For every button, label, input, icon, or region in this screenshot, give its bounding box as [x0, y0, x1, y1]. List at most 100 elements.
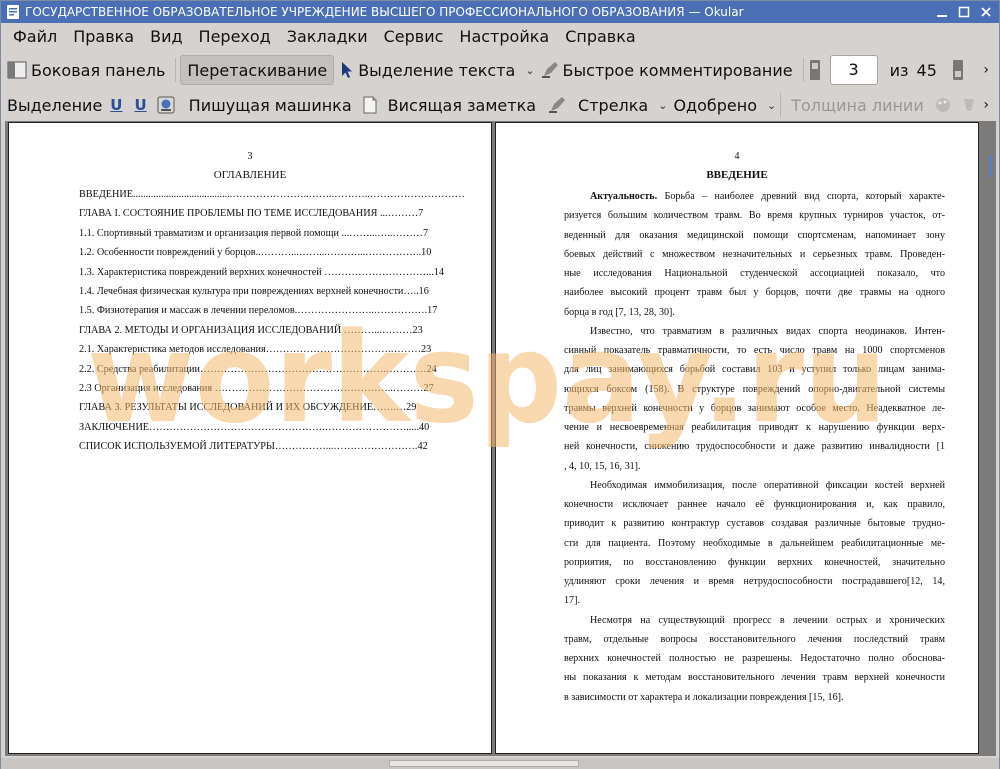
bottom-bar: [1, 758, 999, 769]
highlighter-icon[interactable]: [548, 96, 566, 114]
sidebar-button[interactable]: Боковая панель: [1, 55, 171, 85]
toolbar-separator: [175, 58, 177, 82]
chevron-down-icon[interactable]: ⌄: [525, 64, 534, 77]
document-page-4[interactable]: 4 ВВЕДЕНИЕ Актуальность. Борьба – наибол…: [495, 122, 979, 754]
underline-squiggle-icon[interactable]: U: [134, 96, 146, 114]
page-number-input[interactable]: 3: [829, 55, 878, 85]
line-width-button[interactable]: Толщина линии: [785, 90, 930, 120]
okular-window: ГОСУДАРСТВЕННОЕ ОБРАЗОВАТЕЛЬНОЕ УЧРЕЖДЕН…: [0, 0, 1000, 769]
toc-entry: 1.1. Спортивный травматизм и организация…: [79, 227, 429, 239]
text-line: , 4, 10, 15, 16, 31].: [564, 460, 641, 472]
drag-mode-button[interactable]: Перетаскивание: [180, 55, 335, 85]
text-line: веденный для оказания медицинской помощи…: [564, 229, 945, 241]
typewriter-label: Пишущая машинка: [188, 95, 352, 115]
menu-settings[interactable]: Настройка: [451, 23, 557, 51]
previous-page-icon[interactable]: [808, 59, 822, 81]
menu-file[interactable]: Файл: [5, 23, 65, 51]
toc-title: ОГЛАВЛЕНИЕ: [213, 169, 287, 181]
menu-view[interactable]: Вид: [142, 23, 190, 51]
next-page-icon[interactable]: [951, 59, 965, 81]
text-line: 17].: [564, 595, 580, 607]
hanging-note-button[interactable]: Висящая заметка: [382, 90, 542, 120]
horizontal-scroll-handle[interactable]: [389, 760, 579, 767]
table-of-contents: ВВЕДЕНИЕ................................…: [79, 185, 464, 456]
menu-bar: Файл Правка Вид Переход Закладки Сервис …: [1, 23, 999, 51]
text-line: удлиняют сроки лечения и время нетрудосп…: [564, 576, 945, 587]
fill-color-icon[interactable]: [960, 96, 978, 114]
line-width-label: Толщина линии: [791, 95, 924, 115]
text-line: ны показания к методам восстановительног…: [564, 672, 945, 684]
toc-entry: 2.2. Средства реабилитации………………………………………: [79, 363, 437, 375]
vertical-scrollbar[interactable]: [987, 121, 995, 756]
selection-label: Выделение: [7, 95, 103, 115]
okular-app-icon: [7, 5, 19, 19]
text-line: борца в год [7, 13, 28, 30].: [564, 306, 675, 318]
text-line: приводит к развитию контрактур суставов …: [564, 518, 945, 530]
quick-comment-label: Быстрое комментирование: [562, 60, 793, 80]
toolbar-overflow-icon[interactable]: ›: [983, 62, 989, 78]
color-icon[interactable]: [934, 96, 952, 114]
chevron-down-icon[interactable]: ⌄: [767, 99, 776, 112]
main-toolbar: Боковая панель Перетаскивание Выделение …: [1, 53, 999, 87]
menu-go[interactable]: Переход: [191, 23, 279, 51]
text-line: чение и несвоевременная реабилитация при…: [564, 422, 945, 433]
toc-entry: ГЛАВА 2. МЕТОДЫ И ОРГАНИЗАЦИЯ ИССЛЕДОВАН…: [79, 324, 423, 336]
typewriter-button[interactable]: Пишущая машинка: [183, 90, 358, 120]
page-total-label: 45: [916, 60, 937, 80]
text-line: Актуальность. Борьба – наиболее древний …: [590, 191, 945, 202]
document-viewport[interactable]: 3 ОГЛАВЛЕНИЕ ВВЕДЕНИЕ...................…: [5, 121, 996, 756]
toc-entry: 1.5. Физиотерапия и массаж в лечении пер…: [79, 305, 438, 317]
text-select-button[interactable]: Выделение текста: [334, 55, 521, 85]
text-line: ные исследования Национальной студенческ…: [564, 268, 945, 279]
toc-entry: 1.3. Характеристика повреждений верхних …: [79, 266, 444, 278]
text-select-label: Выделение текста: [358, 60, 516, 80]
text-line: боевых действий с множеством незначитель…: [564, 248, 945, 260]
menu-help[interactable]: Справка: [557, 23, 644, 51]
menu-bookmarks[interactable]: Закладки: [279, 23, 376, 51]
chevron-down-icon[interactable]: ⌄: [658, 99, 667, 112]
toolbar-overflow-icon[interactable]: ›: [983, 97, 989, 113]
maximize-icon[interactable]: [955, 4, 973, 20]
toc-entry: ГЛАВА I. СОСТОЯНИЕ ПРОБЛЕМЫ ПО ТЕМЕ ИССЛ…: [79, 208, 424, 220]
cursor-icon: [342, 62, 353, 78]
drag-mode-label: Перетаскивание: [187, 60, 328, 80]
text-line: в зависимости от характера и локализации…: [564, 691, 844, 703]
menu-tools[interactable]: Сервис: [376, 23, 452, 51]
menu-edit[interactable]: Правка: [65, 23, 142, 51]
text-line: верхних конечностей полностью не разреше…: [564, 653, 945, 664]
text-line: травм, отдельные вопросы восстановительн…: [564, 633, 945, 645]
title-bar[interactable]: ГОСУДАРСТВЕННОЕ ОБРАЗОВАТЕЛЬНОЕ УЧРЕЖДЕН…: [1, 1, 999, 23]
text-line: для лиц занимающихся борьбой составил 10…: [564, 364, 945, 376]
document-page-3[interactable]: 3 ОГЛАВЛЕНИЕ ВВЕДЕНИЕ...................…: [8, 122, 492, 754]
toc-entry: ЗАКЛЮЧЕНИЕ…………………………………………….……………………....…: [79, 421, 430, 433]
approved-stamp-button[interactable]: Одобрено: [667, 90, 763, 120]
scrollbar-thumb[interactable]: [989, 155, 992, 177]
page-of-label: из: [889, 60, 909, 80]
toc-entry: 2.1. Характеристика методов исследования…: [79, 344, 432, 356]
text-line: ющихся боксом (158). В структуре поврежд…: [564, 383, 945, 395]
toc-entry: 1.4. Лечебная физическая культура при по…: [79, 285, 429, 297]
toc-entry: СПИСОК ИСПОЛЬЗУЕМОЙ ЛИТЕРАТУРЫ……………...………: [79, 441, 428, 453]
highlighter-icon: [541, 62, 558, 78]
close-icon[interactable]: [977, 4, 995, 20]
page-number: 3: [247, 151, 253, 162]
toolbar-separator: [780, 93, 782, 117]
annotation-toolbar: Выделение U U Пишущая машинка Висящая за…: [1, 88, 999, 122]
sidebar-button-label: Боковая панель: [31, 60, 166, 80]
underline-icon[interactable]: U: [110, 96, 122, 114]
quick-comment-button[interactable]: Быстрое комментирование: [535, 55, 799, 85]
minimize-icon[interactable]: [933, 4, 951, 20]
lead-bold: Актуальность.: [590, 191, 658, 202]
text-line: Известно, что травматизм в различных вид…: [590, 325, 945, 337]
approved-label: Одобрено: [673, 95, 758, 115]
note-icon[interactable]: [362, 96, 378, 114]
text-line: конечности исключает раннее начало её фу…: [564, 499, 945, 510]
arrow-label: Стрелка: [578, 95, 649, 115]
selection-button[interactable]: Выделение: [1, 90, 108, 120]
text-line: Несмотря на существующий прогресс в лече…: [590, 614, 945, 626]
stamp-icon[interactable]: [157, 96, 175, 114]
text-line: травмы верхней конечности у борцов заним…: [564, 402, 945, 414]
toc-entry: ГЛАВА 3. РЕЗУЛЬТАТЫ ИССЛЕДОВАНИЙ И ИХ ОБ…: [79, 402, 417, 414]
arrow-button[interactable]: Стрелка: [572, 90, 654, 120]
toc-entry: 2.3 Организация исследования ………………………………: [79, 382, 434, 394]
